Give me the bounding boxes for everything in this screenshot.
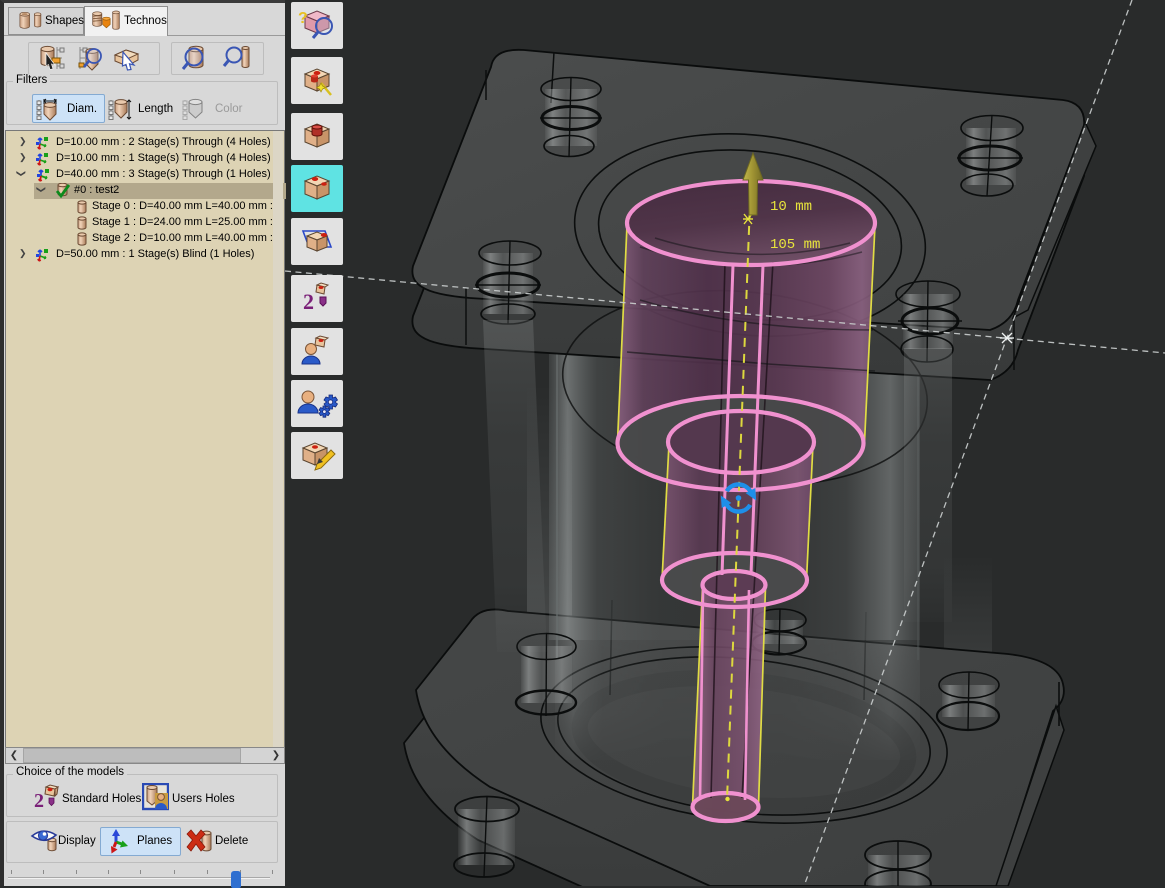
- svg-text:105 mm: 105 mm: [770, 237, 820, 253]
- svg-text:10 mm: 10 mm: [770, 199, 812, 215]
- svg-text:?: ?: [298, 10, 308, 27]
- svg-text:2: 2: [34, 790, 44, 811]
- svg-text:2: 2: [303, 289, 314, 314]
